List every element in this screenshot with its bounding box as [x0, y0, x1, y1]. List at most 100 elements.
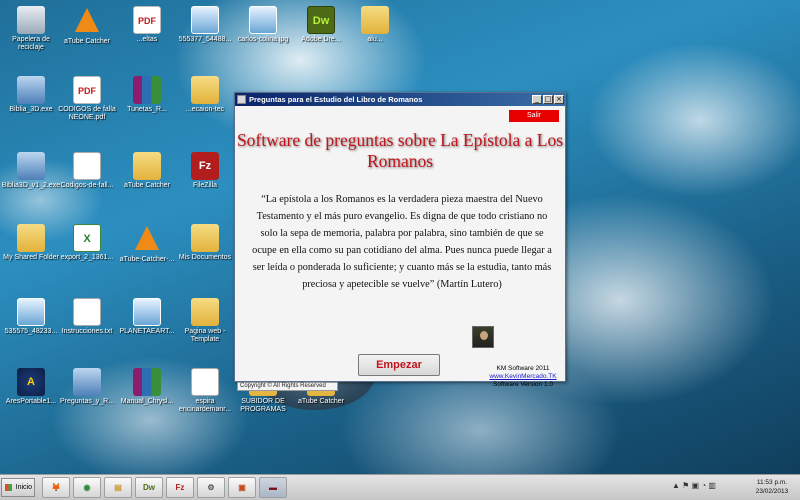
icon-label: 535575_48233...	[4, 328, 58, 335]
minimize-button[interactable]: _	[532, 95, 542, 104]
desktop-icon-dreamweaver[interactable]: Dw Adobe Dre...	[290, 6, 352, 44]
start-button[interactable]: Inicio	[1, 478, 35, 497]
taskbar-romanos-app[interactable]: ▬	[259, 477, 287, 498]
salir-button[interactable]: Salir	[509, 110, 559, 122]
desktop-icon-planetaearth[interactable]: PLANETAEART...	[116, 298, 178, 336]
icon-label: aTube Catcher	[123, 182, 171, 189]
icon-label: Adobe Dre...	[301, 36, 341, 43]
icon-label: export_2_1361...	[60, 254, 114, 261]
icon-label: 555377_54488...	[178, 36, 232, 43]
icon-label: My Shared Folder	[3, 254, 59, 261]
app-window: Preguntas para el Estudio del Libro de R…	[234, 92, 566, 391]
luther-portrait	[472, 326, 494, 348]
luther-quote: “La epístola a los Romanos es la verdade…	[252, 194, 552, 290]
icon-label: ...ecaion-tec	[185, 106, 225, 113]
icon-label: Biblia3D_v1_2.exe	[1, 182, 61, 189]
pdf-icon: PDF	[73, 76, 101, 104]
icon-label: Biblia_3D.exe	[9, 106, 53, 113]
headline: Software de preguntas sobre La Epístola …	[236, 130, 564, 171]
desktop-icon-atube-folder[interactable]: aTube Catcher	[116, 152, 178, 190]
icon-label: Pagina web - Template	[184, 328, 226, 343]
clock[interactable]: 11:53 p.m. 23/02/2013	[748, 478, 796, 496]
window-title: Preguntas para el Estudio del Libro de R…	[249, 95, 423, 104]
icon-label: espira encinardemanr...	[178, 398, 232, 413]
desktop-icon-folder-tec[interactable]: ...ecaion-tec	[174, 76, 236, 114]
ares-icon: A	[17, 368, 45, 396]
icon-label: Codigos-de-fall...	[60, 182, 114, 189]
folder-icon	[191, 298, 219, 326]
window-body: Salir Software de preguntas sobre La Epí…	[235, 106, 565, 391]
company-label: KM Software 2011	[496, 365, 550, 372]
desktop-icon-recycle-bin[interactable]: Papelera de reciclaje	[0, 6, 62, 52]
desktop-icon-codigos-doc[interactable]: Codigos-de-fall...	[56, 152, 118, 190]
desktop-icon-ares[interactable]: A AresPortable1...	[0, 368, 62, 406]
document-icon	[73, 298, 101, 326]
version-label: Software Version 1.0	[493, 381, 553, 388]
vlc-icon	[133, 226, 161, 254]
icon-label: Mis Documentos	[178, 254, 232, 261]
icon-label: AresPortable1...	[5, 398, 57, 405]
copyright-label: Copyright © All Rights Reserved	[237, 382, 338, 391]
desktop-icon-filezilla[interactable]: Fz FileZilla	[174, 152, 236, 190]
software-info: KM Software 2011 www.KevinMercado.TK Sof…	[485, 365, 561, 389]
taskbar: Inicio 🦊 ◉ ▤ Dw Fz ⚙ ▣ ▬ ▲ ⚑ ▣ ◔ ▥ 11:53…	[0, 474, 800, 500]
desktop-icon-biblia3d-v12[interactable]: Biblia3D_v1_2.exe	[0, 152, 62, 190]
folder-icon	[191, 76, 219, 104]
desktop-icon-tunetas-rar[interactable]: Tunetas_R...	[116, 76, 178, 114]
image-icon	[249, 6, 277, 34]
rar-icon	[133, 76, 161, 104]
icon-label: aTube Catcher	[297, 398, 345, 405]
excel-icon: X	[73, 224, 101, 252]
icon-label: Instrucciones.txt	[61, 328, 113, 335]
close-button[interactable]: ×	[554, 95, 564, 104]
desktop-icon-export-xls[interactable]: X export_2_1361...	[56, 224, 118, 262]
icon-label: CODIGOS de falla NEONE.pdf	[58, 106, 116, 121]
title-bar[interactable]: Preguntas para el Estudio del Libro de R…	[235, 93, 565, 106]
desktop-icon-atube-catcher-2[interactable]: aTube-Catcher-...	[116, 224, 178, 264]
clock-time: 11:53 p.m.	[756, 479, 788, 486]
folder-icon	[361, 6, 389, 34]
desktop-icon-pagina-web[interactable]: Pagina web - Template	[174, 298, 236, 344]
recycle-bin-icon	[17, 6, 45, 34]
taskbar-filezilla[interactable]: Fz	[166, 477, 194, 498]
icon-label: aTube-Catcher-...	[119, 256, 175, 263]
image-icon	[133, 298, 161, 326]
dreamweaver-icon: Dw	[307, 6, 335, 34]
rar-icon	[133, 368, 161, 396]
taskbar-presentation[interactable]: ▣	[228, 477, 256, 498]
desktop-icon-preguntas[interactable]: Preguntas_y_R...	[56, 368, 118, 406]
desktop-icon-shared-folder[interactable]: My Shared Folder	[0, 224, 62, 262]
exe-icon	[17, 76, 45, 104]
icon-label: PLANETAEART...	[119, 328, 175, 335]
desktop-icon-instrucciones[interactable]: Instrucciones.txt	[56, 298, 118, 336]
empezar-button[interactable]: Empezar	[358, 354, 440, 376]
taskbar-chrome[interactable]: ◉	[73, 477, 101, 498]
app-icon	[237, 95, 246, 104]
pdf-icon: PDF	[133, 6, 161, 34]
icon-label: carlos-colina.jpg	[237, 36, 289, 43]
folder-icon	[191, 224, 219, 252]
taskbar-tools[interactable]: ⚙	[197, 477, 225, 498]
exe-icon	[17, 152, 45, 180]
desktop-icon-pdf-eltas[interactable]: PDF ...eltas	[116, 6, 178, 44]
maximize-button[interactable]: □	[543, 95, 553, 104]
website-link[interactable]: www.KevinMercado.TK	[485, 373, 561, 381]
desktop-icon-carlos-colina[interactable]: carlos-colina.jpg	[232, 6, 294, 44]
desktop-icon-codigos-pdf[interactable]: PDF CODIGOS de falla NEONE.pdf	[56, 76, 118, 122]
image-icon	[17, 298, 45, 326]
desktop-icon-manual-rar[interactable]: Manual_Chrysl...	[116, 368, 178, 406]
desktop-icon-atube[interactable]: aTube Catcher	[56, 6, 118, 46]
taskbar-dreamweaver[interactable]: Dw	[135, 477, 163, 498]
taskbar-firefox[interactable]: 🦊	[42, 477, 70, 498]
desktop-icon-image-535575[interactable]: 535575_48233...	[0, 298, 62, 336]
desktop-icon-image-555377[interactable]: 555377_54488...	[174, 6, 236, 44]
desktop-icon-folder-alu[interactable]: alu...	[344, 6, 406, 44]
document-icon	[191, 368, 219, 396]
icon-label: FileZilla	[192, 182, 218, 189]
desktop-icon-espira[interactable]: espira encinardemanr...	[174, 368, 236, 414]
desktop-icon-mis-documentos[interactable]: Mis Documentos	[174, 224, 236, 262]
taskbar-explorer[interactable]: ▤	[104, 477, 132, 498]
system-tray[interactable]: ▲ ⚑ ▣ ◔ ▥	[672, 481, 716, 490]
clock-date: 23/02/2013	[755, 488, 789, 495]
desktop-icon-biblia3d[interactable]: Biblia_3D.exe	[0, 76, 62, 114]
